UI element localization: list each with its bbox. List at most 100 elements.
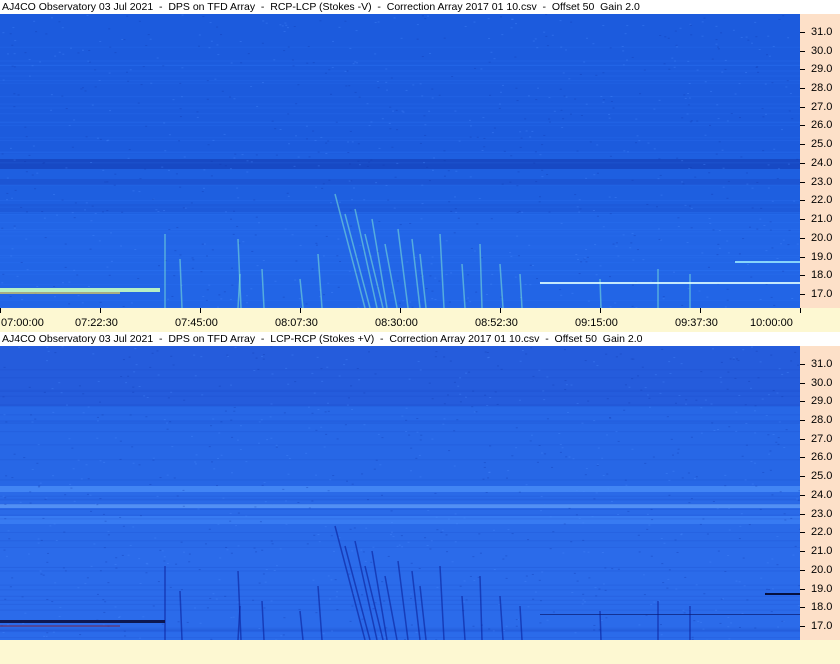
noise-speck xyxy=(252,599,255,601)
noise-speck xyxy=(762,150,765,152)
noise-speck xyxy=(643,69,646,71)
noise-speck xyxy=(771,558,774,560)
noise-speck xyxy=(114,563,117,565)
noise-speck xyxy=(415,457,418,459)
noise-speck xyxy=(617,513,620,515)
noise-speck xyxy=(409,223,412,225)
noise-speck xyxy=(287,46,290,48)
noise-speck xyxy=(434,277,437,279)
noise-speck xyxy=(233,98,236,100)
noise-streak xyxy=(0,235,800,237)
noise-speck xyxy=(293,165,296,167)
noise-speck xyxy=(217,458,220,460)
noise-speck xyxy=(298,298,301,300)
noise-speck xyxy=(548,97,551,99)
noise-speck xyxy=(486,405,489,407)
noise-speck xyxy=(492,630,495,632)
noise-speck xyxy=(175,563,178,565)
noise-speck xyxy=(274,280,277,282)
noise-speck xyxy=(765,414,768,416)
noise-speck xyxy=(700,371,703,373)
noise-speck xyxy=(161,550,164,552)
noise-speck xyxy=(385,68,388,70)
noise-speck xyxy=(343,364,346,366)
noise-speck xyxy=(724,59,727,61)
noise-speck xyxy=(448,301,451,303)
noise-speck xyxy=(307,46,310,48)
noise-speck xyxy=(794,351,797,353)
noise-speck xyxy=(245,461,248,463)
noise-speck xyxy=(450,210,453,212)
noise-speck xyxy=(446,551,449,553)
noise-speck xyxy=(715,43,718,45)
noise-speck xyxy=(170,391,173,393)
noise-speck xyxy=(117,616,120,618)
noise-speck xyxy=(596,463,599,465)
noise-speck xyxy=(462,601,465,603)
noise-speck xyxy=(745,423,748,425)
noise-speck xyxy=(548,118,551,120)
noise-speck xyxy=(400,37,403,39)
noise-speck xyxy=(99,460,102,462)
noise-speck xyxy=(685,399,688,401)
noise-streak xyxy=(0,414,800,416)
noise-speck xyxy=(36,462,39,464)
noise-streak xyxy=(0,96,800,98)
noise-streak xyxy=(0,422,800,424)
noise-speck xyxy=(593,498,596,500)
noise-speck xyxy=(650,555,653,557)
noise-speck xyxy=(363,392,366,394)
noise-speck xyxy=(227,355,230,357)
noise-speck xyxy=(224,165,227,167)
noise-streak xyxy=(0,211,800,213)
noise-speck xyxy=(230,62,233,64)
noise-speck xyxy=(646,513,649,515)
noise-speck xyxy=(717,243,720,245)
noise-speck xyxy=(633,235,636,237)
noise-speck xyxy=(265,568,268,570)
noise-speck xyxy=(430,263,433,265)
noise-speck xyxy=(490,283,493,285)
noise-speck xyxy=(65,108,68,110)
noise-speck xyxy=(336,438,339,440)
interference-line xyxy=(765,593,800,595)
noise-speck xyxy=(236,439,239,441)
noise-speck xyxy=(485,293,488,295)
noise-speck xyxy=(266,439,269,441)
spectrogram-plot-1[interactable] xyxy=(0,14,800,308)
noise-streak xyxy=(0,64,800,66)
noise-speck xyxy=(51,388,54,390)
noise-speck xyxy=(282,296,285,298)
noise-speck xyxy=(139,178,142,180)
noise-speck xyxy=(667,37,670,39)
noise-speck xyxy=(362,551,365,553)
noise-speck xyxy=(433,157,436,159)
noise-streak xyxy=(0,627,800,629)
noise-speck xyxy=(24,161,27,163)
noise-speck xyxy=(297,501,300,503)
noise-speck xyxy=(229,520,232,522)
noise-speck xyxy=(331,66,334,68)
noise-speck xyxy=(149,366,152,368)
noise-speck xyxy=(22,623,25,625)
noise-speck xyxy=(463,517,466,519)
noise-speck xyxy=(694,176,697,178)
noise-speck xyxy=(503,150,506,152)
noise-speck xyxy=(94,503,97,505)
freq-tick xyxy=(800,494,805,496)
noise-speck xyxy=(352,63,355,65)
freq-tick-label: 27.0 xyxy=(811,100,833,113)
noise-speck xyxy=(738,117,741,119)
noise-speck xyxy=(538,201,541,203)
noise-speck xyxy=(751,187,754,189)
noise-speck xyxy=(538,444,541,446)
noise-speck xyxy=(137,278,140,280)
noise-speck xyxy=(534,591,537,593)
noise-speck xyxy=(5,199,8,201)
noise-speck xyxy=(237,197,240,199)
noise-speck xyxy=(393,17,396,19)
noise-speck xyxy=(317,165,320,167)
spectrogram-plot-2[interactable] xyxy=(0,346,800,640)
noise-speck xyxy=(42,517,45,519)
noise-speck xyxy=(712,229,715,231)
